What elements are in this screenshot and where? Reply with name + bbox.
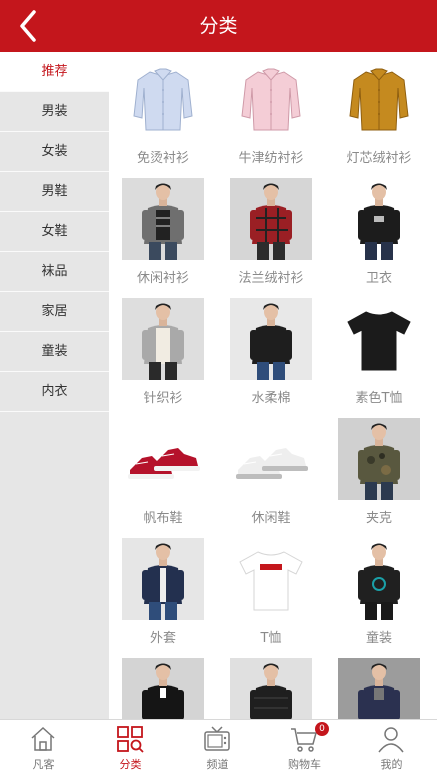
- tv-icon: [202, 724, 232, 754]
- product-category-label: 夹克: [365, 511, 392, 526]
- tab-tv[interactable]: 频道: [174, 720, 261, 778]
- tab-label: 凡客: [32, 758, 55, 771]
- tab-category-grid[interactable]: 分类: [87, 720, 174, 778]
- product-category-label: 休闲鞋: [251, 511, 291, 526]
- product-category-item[interactable]: [113, 652, 213, 719]
- product-image: [122, 538, 204, 620]
- product-category-item[interactable]: 童装: [329, 532, 429, 652]
- product-category-item[interactable]: 免烫衬衫: [113, 52, 213, 172]
- product-image: [230, 658, 312, 719]
- product-image: [338, 58, 420, 140]
- product-image: [230, 178, 312, 260]
- product-category-item[interactable]: 水柔棉: [221, 292, 321, 412]
- product-image: [122, 58, 204, 140]
- sidebar-item[interactable]: 女鞋: [0, 212, 109, 252]
- product-category-label: 免烫衬衫: [136, 151, 189, 166]
- product-image: [230, 418, 312, 500]
- product-category-label: 童装: [365, 631, 392, 646]
- chevron-left-icon: [20, 10, 36, 42]
- product-image: [230, 298, 312, 380]
- sidebar-item[interactable]: 童装: [0, 332, 109, 372]
- product-image: [338, 658, 420, 719]
- sidebar-item[interactable]: 女装: [0, 132, 109, 172]
- sidebar-item[interactable]: 内衣: [0, 372, 109, 412]
- sidebar-item[interactable]: 家居: [0, 292, 109, 332]
- product-category-item[interactable]: 帆布鞋: [113, 412, 213, 532]
- tab-label: 我的: [380, 758, 403, 771]
- back-button[interactable]: [10, 6, 50, 46]
- product-image: [338, 418, 420, 500]
- sidebar-item[interactable]: 推荐: [0, 52, 109, 92]
- product-category-label: 牛津纺衬衫: [238, 151, 304, 166]
- product-category-label: 休闲衬衫: [136, 271, 189, 286]
- tab-label: 购物车: [288, 758, 321, 771]
- product-category-item[interactable]: 卫衣: [329, 172, 429, 292]
- category-sidebar: 推荐 男装 女装 男鞋 女鞋 袜品 家居 童装 内衣: [0, 52, 109, 719]
- product-category-label: 卫衣: [365, 271, 392, 286]
- product-image: [338, 298, 420, 380]
- product-image: [338, 538, 420, 620]
- home-icon: [28, 724, 58, 754]
- product-category-label: 法兰绒衬衫: [238, 271, 304, 286]
- product-image: [230, 58, 312, 140]
- product-category-item[interactable]: T恤: [221, 532, 321, 652]
- product-category-item[interactable]: 夹克: [329, 412, 429, 532]
- product-category-label: 灯芯绒衬衫: [346, 151, 412, 166]
- product-category-item[interactable]: 灯芯绒衬衫: [329, 52, 429, 172]
- product-category-item[interactable]: 法兰绒衬衫: [221, 172, 321, 292]
- app-header: 分类: [0, 0, 437, 52]
- category-grid-icon: [115, 724, 145, 754]
- page-title: 分类: [199, 15, 238, 37]
- product-image: [338, 178, 420, 260]
- tab-label: 分类: [119, 758, 142, 771]
- product-category-item[interactable]: 休闲鞋: [221, 412, 321, 532]
- product-category-item[interactable]: 牛津纺衬衫: [221, 52, 321, 172]
- product-category-item[interactable]: [329, 652, 429, 719]
- product-category-item[interactable]: 休闲衬衫: [113, 172, 213, 292]
- tab-cart[interactable]: 购物车: [261, 720, 348, 778]
- bottom-tab-bar: 我的 购物车 频道 分类 凡客 0: [0, 719, 437, 777]
- product-category-label: T恤: [260, 631, 282, 646]
- product-image: [122, 658, 204, 719]
- tab-user[interactable]: 我的: [348, 720, 435, 778]
- product-category-item[interactable]: [221, 652, 321, 719]
- user-icon: [376, 724, 406, 754]
- product-image: [230, 538, 312, 620]
- sidebar-item[interactable]: 袜品: [0, 252, 109, 292]
- sidebar-item[interactable]: 男鞋: [0, 172, 109, 212]
- product-grid-area: 免烫衬衫 牛津纺衬衫 灯芯绒衬衫 休闲衬衫 法兰绒衬衫 卫衣 针织衫 水柔棉 素…: [109, 52, 437, 719]
- product-category-label: 帆布鞋: [143, 511, 183, 526]
- product-category-label: 针织衫: [143, 391, 183, 406]
- product-image: [122, 418, 204, 500]
- product-category-label: 外套: [149, 631, 176, 646]
- product-category-item[interactable]: 素色T恤: [329, 292, 429, 412]
- sidebar-item[interactable]: 男装: [0, 92, 109, 132]
- tab-label: 频道: [206, 758, 229, 771]
- product-category-item[interactable]: 针织衫: [113, 292, 213, 412]
- cart-count-badge: 0: [315, 722, 329, 736]
- product-image: [122, 178, 204, 260]
- product-category-item[interactable]: 外套: [113, 532, 213, 652]
- product-image: [122, 298, 204, 380]
- product-category-label: 素色T恤: [355, 391, 403, 406]
- tab-home[interactable]: 凡客: [0, 720, 87, 778]
- product-category-label: 水柔棉: [251, 391, 291, 406]
